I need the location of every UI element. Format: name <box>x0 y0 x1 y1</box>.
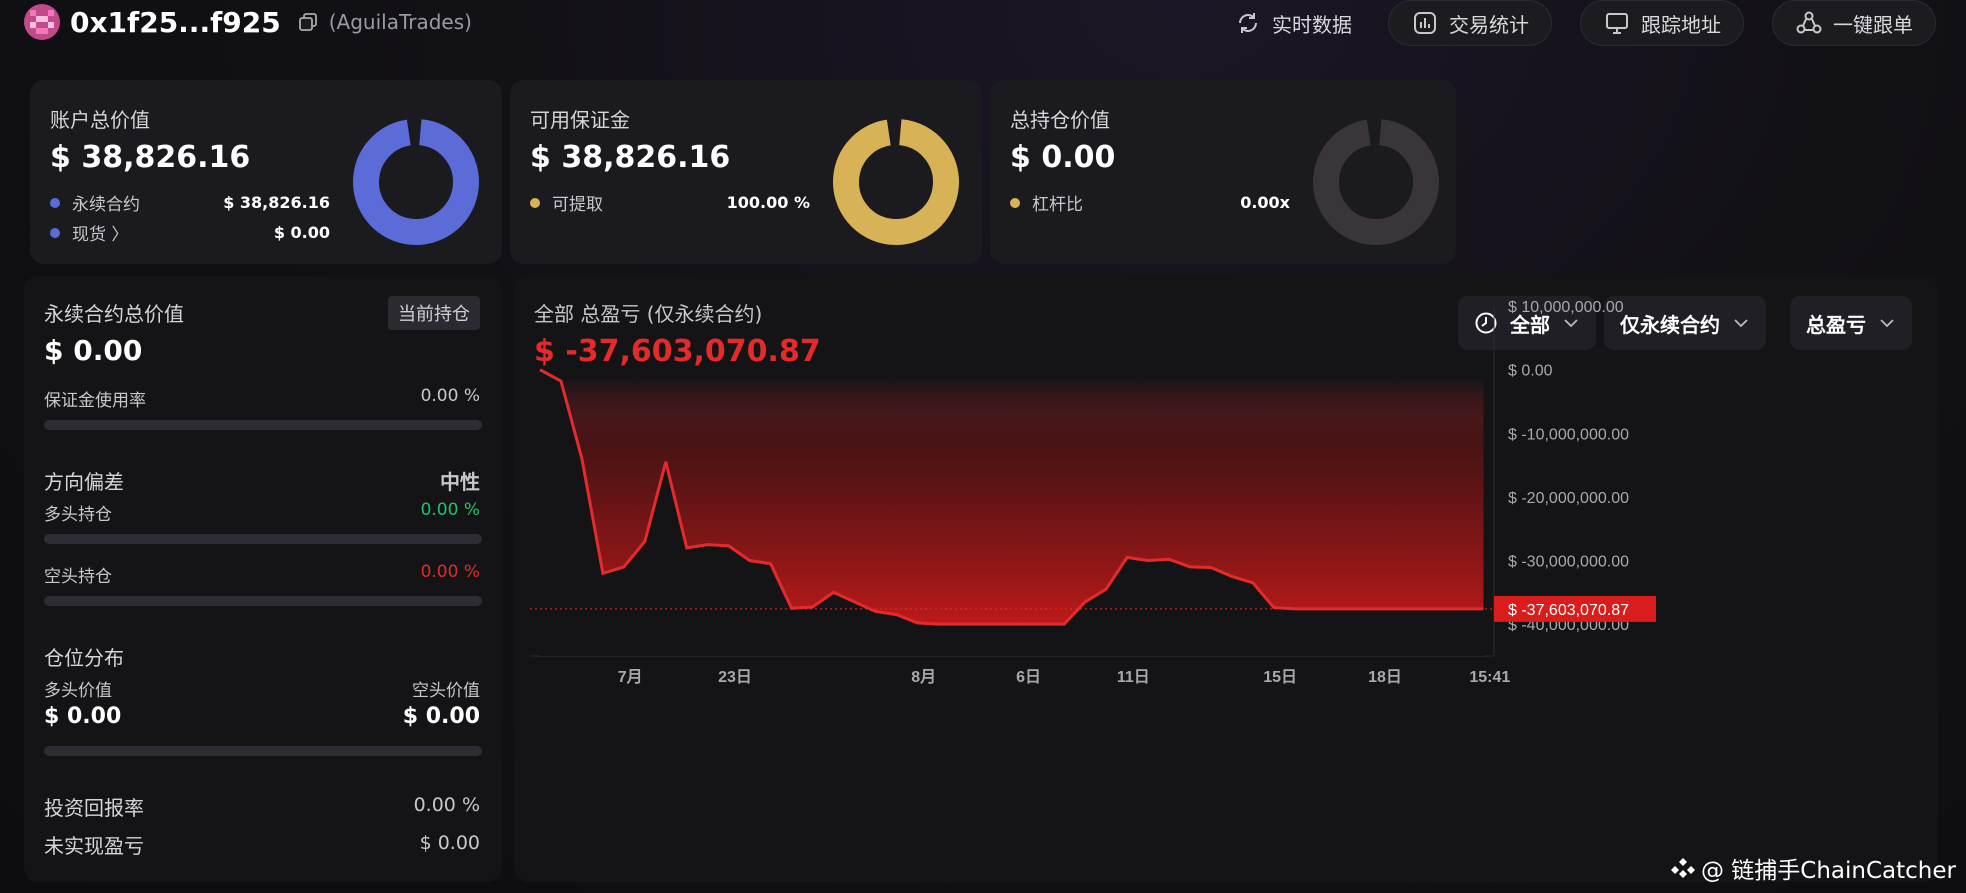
account-value-card: 账户总价值 $ 38,826.16 永续合约 $ 38,826.16 现货 〉 … <box>30 80 502 264</box>
pnl-chart-panel: 全部 总盈亏 (仅永续合约) $ -37,603,070.87 全部 仅永续合约… <box>514 276 1938 882</box>
margin-donut <box>833 119 959 245</box>
realtime-data-button[interactable]: 实时数据 <box>1212 0 1374 46</box>
y-tick-label: $ 10,000,000.00 <box>1508 299 1624 316</box>
legend-perp: 永续合约 $ 38,826.16 <box>50 190 330 215</box>
available-margin-title: 可用保证金 <box>530 108 630 132</box>
available-margin-card: 可用保证金 $ 38,826.16 可提取 100.00 % <box>510 80 982 264</box>
watermark-logo-icon <box>1670 858 1695 878</box>
current-positions-tag[interactable]: 当前持仓 <box>388 296 480 330</box>
roi-value: 0.00 % <box>413 794 480 816</box>
x-tick-label: 8月 <box>911 668 936 686</box>
track-address-label: 跟踪地址 <box>1641 12 1721 37</box>
long-value-label: 多头价值 <box>44 681 112 701</box>
trade-stats-label: 交易统计 <box>1449 12 1529 37</box>
account-value-title: 账户总价值 <box>50 108 150 132</box>
legend-dot <box>50 227 60 238</box>
x-tick-label: 15:41 <box>1469 669 1510 686</box>
position-value: $ 0.00 <box>1010 140 1116 175</box>
watermark-text: @ 链捕手ChainCatcher <box>1700 858 1956 884</box>
perp-total-value: $ 0.00 <box>44 334 143 367</box>
distribution-label: 仓位分布 <box>44 646 124 670</box>
available-margin-value: $ 38,826.16 <box>530 140 731 175</box>
legend-dot <box>1010 197 1020 208</box>
y-tick-label: $ 0.00 <box>1508 363 1553 380</box>
y-tick-label: $ -10,000,000.00 <box>1508 426 1629 443</box>
watermark: @ 链捕手ChainCatcher <box>1670 851 1956 885</box>
wallet-alias: (AguilaTrades) <box>328 10 472 34</box>
legend-leverage: 杠杆比 0.00x <box>1010 190 1290 215</box>
legend-dot <box>530 197 540 208</box>
legend-spot[interactable]: 现货 〉 $ 0.00 <box>50 220 330 245</box>
x-tick-label: 18日 <box>1368 668 1402 686</box>
y-tick-label: $ -20,000,000.00 <box>1508 490 1629 507</box>
position-donut <box>1313 119 1439 245</box>
margin-usage-label: 保证金使用率 <box>44 391 146 411</box>
legend-spot-label: 现货 〉 <box>72 225 129 245</box>
legend-dot <box>50 197 60 208</box>
x-tick-label: 23日 <box>718 668 752 686</box>
network-icon <box>1796 11 1822 34</box>
top-bar: 0x1f25...f925 (AguilaTrades) 实时数据 交易统计 跟… <box>0 0 1966 50</box>
avatar <box>24 4 60 40</box>
perp-total-title: 永续合约总价值 <box>44 302 184 326</box>
short-position-label: 空头持仓 <box>44 567 112 587</box>
unrealized-pnl-value: $ 0.00 <box>419 832 480 854</box>
realtime-data-label: 实时数据 <box>1272 12 1352 37</box>
track-address-button[interactable]: 跟踪地址 <box>1580 0 1744 46</box>
x-tick-label: 7月 <box>618 668 643 686</box>
unrealized-pnl-label: 未实现盈亏 <box>44 834 144 858</box>
margin-usage-bar <box>44 420 482 430</box>
x-tick-label: 6日 <box>1016 668 1041 686</box>
current-value-badge-label: $ -37,603,070.87 <box>1508 602 1629 619</box>
legend-spot-value: $ 0.00 <box>273 223 330 242</box>
legend-perp-label: 永续合约 <box>72 195 140 215</box>
distribution-bar <box>44 746 482 756</box>
copy-trade-button[interactable]: 一键跟单 <box>1772 0 1936 46</box>
short-value-label: 空头价值 <box>412 681 480 701</box>
account-value: $ 38,826.16 <box>50 140 251 175</box>
long-position-value: 0.00 % <box>420 500 480 520</box>
margin-usage-value: 0.00 % <box>420 386 480 406</box>
account-donut <box>353 119 479 245</box>
position-value-title: 总持仓价值 <box>1010 108 1110 132</box>
copy-icon[interactable] <box>297 11 319 33</box>
refresh-icon <box>1239 13 1257 33</box>
position-value-card: 总持仓价值 $ 0.00 杠杆比 0.00x <box>990 80 1456 264</box>
long-value: $ 0.00 <box>44 704 122 729</box>
x-tick-label: 15日 <box>1263 668 1297 686</box>
x-tick-label: 11日 <box>1117 668 1150 686</box>
short-position-bar <box>44 596 482 606</box>
monitor-icon <box>1606 13 1628 34</box>
pnl-area-chart: $ 10,000,000.00 $ 0.00 $ -10,000,000.00 $ -… <box>530 299 1656 686</box>
legend-withdrawable-label: 可提取 <box>552 195 603 215</box>
short-value: $ 0.00 <box>402 704 480 729</box>
wallet-address: 0x1f25...f925 <box>70 5 281 39</box>
long-position-label: 多头持仓 <box>44 505 112 525</box>
legend-perp-value: $ 38,826.16 <box>223 193 330 212</box>
long-position-bar <box>44 534 482 544</box>
short-position-value: 0.00 % <box>420 562 480 582</box>
wallet-header: 0x1f25...f925 (AguilaTrades) <box>24 4 472 40</box>
y-tick-label: $ -30,000,000.00 <box>1508 554 1629 571</box>
legend-leverage-value: 0.00x <box>1240 193 1290 212</box>
trade-stats-button[interactable]: 交易统计 <box>1388 0 1552 46</box>
direction-bias-label: 方向偏差 <box>44 470 124 494</box>
copy-trade-label: 一键跟单 <box>1833 12 1913 37</box>
stats-icon <box>1414 12 1436 34</box>
perp-summary-panel: 永续合约总价值 当前持仓 $ 0.00 保证金使用率 0.00 % 方向偏差 中… <box>24 276 502 882</box>
legend-withdrawable-value: 100.00 % <box>726 193 810 212</box>
direction-bias-value: 中性 <box>440 470 480 494</box>
legend-leverage-label: 杠杆比 <box>1032 195 1083 215</box>
legend-withdrawable: 可提取 100.00 % <box>530 190 810 215</box>
roi-label: 投资回报率 <box>44 796 144 820</box>
